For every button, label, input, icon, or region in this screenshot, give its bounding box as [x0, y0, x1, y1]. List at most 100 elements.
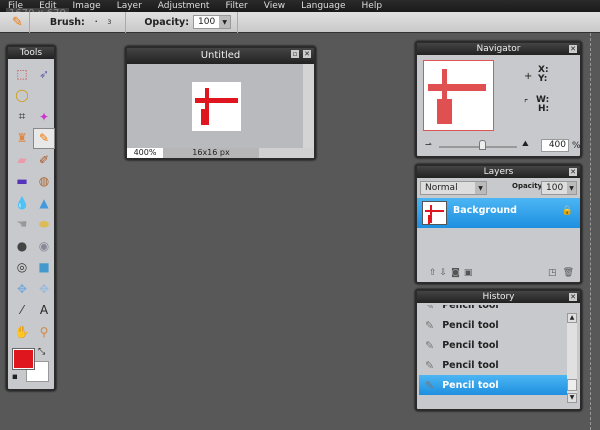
menu-bar: File Edit Image Layer Adjustment Filter View La… [0, 0, 600, 12]
zoom-level[interactable]: 400% [127, 148, 163, 158]
color-swatches: ⤡ ◾ [8, 347, 54, 387]
canvas-area[interactable] [127, 64, 303, 148]
rectangle-tool-icon[interactable]: ■ [33, 257, 55, 279]
pinch-tool-icon[interactable]: ✥ [33, 278, 55, 300]
zoom-in-icon[interactable]: ⛰ [522, 139, 529, 149]
pencil-icon[interactable]: ✎ [12, 15, 23, 30]
eraser-tool-icon[interactable]: ▰ [11, 149, 33, 171]
layer-style-icon[interactable]: ▣ [464, 268, 473, 278]
menu-view[interactable]: View [264, 1, 285, 11]
smudge-tool-icon[interactable]: ☚ [11, 214, 33, 236]
pencil-tool-icon[interactable]: ✎ [33, 127, 55, 149]
history-item-label: Pencil tool [442, 379, 499, 391]
chevron-down-icon[interactable]: ▼ [219, 16, 231, 28]
blend-mode-select[interactable]: Normal ▼ [420, 181, 487, 195]
new-layer-icon[interactable]: ◳ [548, 268, 557, 278]
zoom-input[interactable]: 400 [541, 139, 569, 152]
history-panel: History ✕ ✎ Pencil tool ✎ Pencil tool ✎ Pencil… [415, 289, 582, 411]
vertical-scrollbar[interactable] [303, 64, 314, 148]
move-layer-up-icon[interactable]: ⇧ [429, 268, 437, 278]
chevron-down-icon[interactable]: ▼ [567, 182, 576, 194]
close-icon[interactable]: ✕ [569, 45, 577, 53]
brush-size-picker[interactable]: · [95, 18, 98, 26]
zoom-slider[interactable] [439, 146, 517, 148]
layer-actions: ⇧ ⇩ ◙ ▣ ◳ 🗑 [429, 268, 574, 278]
menu-help[interactable]: Help [362, 1, 383, 11]
history-item[interactable]: ✎ Pencil tool [419, 305, 567, 315]
y-label: Y: [538, 74, 548, 84]
layers-panel: Layers ✕ Normal ▼ Opacity: 100 ▼ Background… [415, 164, 582, 284]
burn-tool-icon[interactable]: ● [11, 235, 33, 257]
history-item[interactable]: ✎ Pencil tool [419, 355, 567, 375]
tools-title: Tools [8, 47, 54, 59]
maximize-icon[interactable]: ▫ [291, 50, 299, 58]
color-picker-tool-icon[interactable]: ⁄ [11, 300, 33, 322]
crop-tool-icon[interactable]: ⌗ [11, 106, 33, 128]
menu-image[interactable]: Image [73, 1, 101, 11]
layers-title: Layers [483, 167, 514, 177]
brush-label: Brush: [49, 16, 85, 28]
canvas-image[interactable] [192, 82, 241, 131]
magic-wand-tool-icon[interactable]: ✦ [33, 106, 55, 128]
layer-mask-icon[interactable]: ◙ [451, 268, 460, 278]
history-scrollbar[interactable]: ▲ ▼ [567, 313, 577, 403]
reset-colors-icon[interactable]: ◾ [12, 372, 18, 381]
menu-adjustment[interactable]: Adjustment [158, 1, 210, 11]
sharpen-tool-icon[interactable]: ▲ [33, 192, 55, 214]
percent-label: % [572, 141, 581, 151]
bloat-tool-icon[interactable]: ✥ [11, 278, 33, 300]
layer-opacity-select[interactable]: 100 ▼ [541, 181, 577, 195]
opacity-select[interactable]: 100 ▼ [193, 15, 232, 29]
blur-tool-icon[interactable]: 💧 [11, 192, 33, 214]
close-icon[interactable]: ✕ [303, 50, 311, 58]
marquee-tool-icon[interactable]: ⬚ [11, 63, 33, 85]
brush-size-value[interactable]: 3 [107, 19, 111, 26]
pencil-icon: ✎ [425, 305, 435, 312]
history-item-label: Pencil tool [442, 339, 499, 351]
lasso-tool-icon[interactable]: ◯ [11, 85, 33, 107]
layer-name: Background [453, 205, 517, 216]
text-tool-icon[interactable]: A [33, 300, 55, 322]
primary-color-swatch[interactable] [12, 347, 35, 370]
zoom-out-icon[interactable]: ⇀ [425, 140, 432, 149]
move-layer-down-icon[interactable]: ⇩ [440, 268, 448, 278]
tool-options-bar: ✎ Brush: · 3 Opacity: 100 ▼ [0, 11, 600, 33]
zoom-tool-icon[interactable]: ⚲ [33, 321, 55, 343]
scroll-down-icon[interactable]: ▼ [567, 393, 577, 403]
scroll-thumb[interactable] [567, 379, 577, 391]
menu-filter[interactable]: Filter [225, 1, 247, 11]
history-list: ✎ Pencil tool ✎ Pencil tool ✎ Pencil tool ✎ Pen… [419, 305, 567, 406]
hand-tool-icon[interactable]: ✋ [11, 321, 33, 343]
history-title: History [482, 292, 515, 302]
zoom-slider-handle[interactable] [479, 140, 486, 150]
menu-language[interactable]: Language [301, 1, 345, 11]
red-eye-tool-icon[interactable]: ◉ [33, 235, 55, 257]
move-tool-icon[interactable]: ➶ [33, 63, 55, 85]
close-icon[interactable]: ✕ [569, 168, 577, 176]
paint-bucket-tool-icon[interactable]: ◍ [33, 171, 55, 193]
close-icon[interactable]: ✕ [569, 293, 577, 301]
brush-tool-icon[interactable]: ✐ [33, 149, 55, 171]
layer-row[interactable]: Background 🔒 [417, 198, 580, 228]
scroll-up-icon[interactable]: ▲ [567, 313, 577, 323]
empty-tool-icon [33, 85, 55, 107]
layer-thumbnail [422, 201, 447, 225]
swap-colors-icon[interactable]: ⤡ [38, 347, 45, 357]
chevron-down-icon[interactable]: ▼ [475, 182, 486, 194]
menu-layer[interactable]: Layer [117, 1, 142, 11]
delete-layer-icon[interactable]: 🗑 [563, 268, 574, 278]
stamp-tool-icon[interactable]: ♜ [11, 128, 33, 150]
history-item-label: Pencil tool [442, 319, 499, 331]
navigator-preview[interactable] [423, 60, 494, 131]
sponge-tool-icon[interactable]: ⬬ [33, 214, 55, 236]
history-item[interactable]: ✎ Pencil tool [419, 375, 567, 395]
opacity-value: 100 [198, 17, 216, 27]
eye-tool-icon[interactable]: ◎ [11, 257, 33, 279]
pencil-icon: ✎ [425, 338, 435, 352]
history-item[interactable]: ✎ Pencil tool [419, 335, 567, 355]
history-item[interactable]: ✎ Pencil tool [419, 315, 567, 335]
blend-mode-value: Normal [425, 183, 458, 193]
gradient-tool-icon[interactable]: ▬ [11, 171, 33, 193]
opacity-label: Opacity: [144, 16, 190, 28]
pencil-icon: ✎ [425, 378, 435, 392]
